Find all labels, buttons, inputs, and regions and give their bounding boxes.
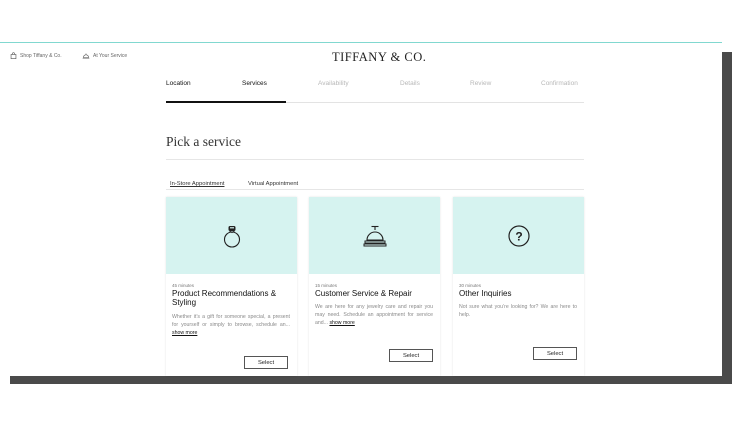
- service-description-text: Not sure what you’re looking for? We are…: [459, 304, 577, 319]
- step-availability: Availability: [318, 80, 349, 87]
- service-title: Customer Service & Repair: [315, 289, 412, 298]
- progress-fill: [166, 101, 286, 103]
- service-title: Other Inquiries: [459, 289, 512, 298]
- show-more-link[interactable]: show more: [329, 320, 354, 326]
- service-card-customer-service[interactable]: 15 minutes Customer Service & Repair We …: [309, 197, 440, 376]
- header-divider: [0, 42, 722, 43]
- service-card-image: ?: [453, 197, 584, 274]
- page-title: Pick a service: [166, 134, 241, 149]
- service-title: Product Recommendations & Styling: [172, 289, 277, 307]
- select-button[interactable]: Select: [244, 356, 288, 369]
- service-description-text: Whether it’s a gift for someone special,…: [172, 314, 290, 329]
- title-divider: [166, 159, 584, 160]
- brand-logo[interactable]: TIFFANY & CO.: [332, 50, 426, 65]
- tabs-divider: [166, 189, 584, 190]
- shopping-bag-icon: [10, 52, 17, 59]
- service-card-image: [166, 197, 297, 274]
- step-services[interactable]: Services: [242, 80, 267, 87]
- service-bell-icon: [363, 225, 386, 246]
- service-description: We are here for any jewelry care and rep…: [315, 303, 433, 328]
- service-duration: 30 minutes: [459, 283, 482, 288]
- tab-in-store-appointment[interactable]: In-Store Appointment: [170, 181, 224, 187]
- service-bell-icon: [82, 53, 90, 59]
- page-frame-right: [722, 52, 732, 378]
- at-your-service-link[interactable]: At Your Service: [82, 52, 127, 59]
- service-card-other-inquiries[interactable]: ? 30 minutes Other Inquiries Not sure wh…: [453, 197, 584, 376]
- at-your-service-label: At Your Service: [93, 52, 128, 59]
- shop-tiffany-link[interactable]: Shop Tiffany & Co.: [10, 52, 62, 59]
- step-details: Details: [400, 80, 420, 87]
- service-duration: 45 minutes: [172, 283, 195, 288]
- step-review: Review: [470, 80, 492, 87]
- service-description: Not sure what you’re looking for? We are…: [459, 303, 577, 319]
- progress-steps: Location Services Availability Details R…: [166, 80, 584, 104]
- service-card-image: [309, 197, 440, 274]
- select-button[interactable]: Select: [389, 349, 433, 362]
- show-more-link[interactable]: show more: [172, 330, 197, 336]
- ring-icon: [223, 225, 240, 248]
- step-location[interactable]: Location: [166, 80, 191, 87]
- tab-virtual-appointment[interactable]: Virtual Appointment: [248, 181, 298, 187]
- svg-text:?: ?: [515, 229, 522, 243]
- service-duration: 15 minutes: [315, 283, 338, 288]
- service-card-product-recommendations[interactable]: 45 minutes Product Recommendations & Sty…: [166, 197, 297, 376]
- page-frame-bottom: [10, 376, 732, 384]
- service-description: Whether it’s a gift for someone special,…: [172, 313, 290, 338]
- question-mark-icon: ?: [507, 224, 530, 247]
- select-button[interactable]: Select: [533, 347, 577, 360]
- step-confirmation: Confirmation: [541, 80, 578, 87]
- shop-tiffany-label: Shop Tiffany & Co.: [20, 52, 62, 59]
